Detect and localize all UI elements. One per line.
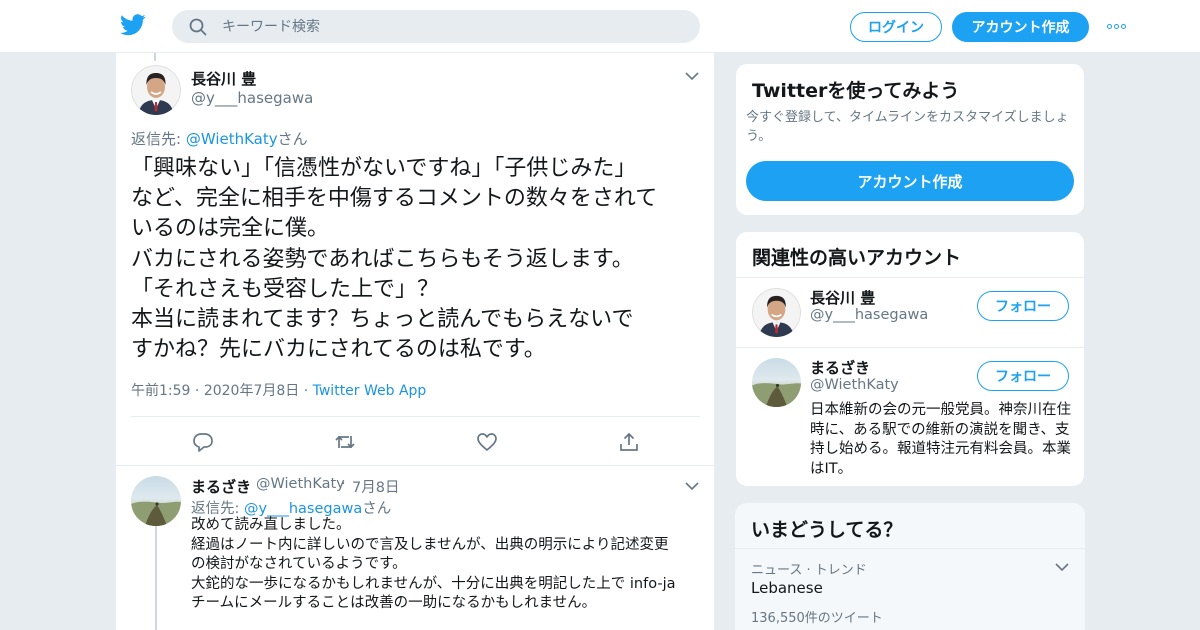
- card-title: 関連性の高いアカウント: [752, 247, 962, 269]
- signup-button[interactable]: アカウント作成: [952, 12, 1089, 42]
- tweet-text: 「興味ない」「信憑性がないですね」「子供じみた」 など、完全に相手を中傷するコメ…: [131, 156, 658, 363]
- author-handle[interactable]: @y___hasegawa: [191, 89, 313, 107]
- author-name[interactable]: まるざき: [191, 476, 251, 497]
- share-icon[interactable]: [618, 431, 640, 453]
- chevron-down-icon[interactable]: [1055, 563, 1069, 572]
- retweet-icon[interactable]: [334, 431, 356, 453]
- account-name[interactable]: まるざき: [810, 357, 870, 378]
- search-input[interactable]: [222, 10, 682, 43]
- trends-card: いまどうしてる？ ニュース · トレンド Lebanese 136,550件のツ…: [735, 503, 1085, 630]
- account-handle[interactable]: @WiethKaty: [810, 377, 899, 393]
- tweet-actions: [131, 417, 700, 465]
- reply-suffix: さん: [362, 501, 392, 517]
- chevron-down-icon[interactable]: [685, 482, 699, 491]
- avatar[interactable]: [131, 65, 181, 115]
- profile-photo-icon: [752, 383, 801, 407]
- account-name[interactable]: 長谷川 豊: [810, 287, 875, 308]
- tweet-source-link[interactable]: Twitter Web App: [313, 383, 427, 399]
- signup-promo-card: Twitterを使ってみよう 今すぐ登録して、タイムラインをカスタマイズしましょ…: [735, 63, 1085, 216]
- reply-to-link[interactable]: @y___hasegawa: [244, 501, 362, 517]
- chevron-down-icon[interactable]: [685, 72, 699, 81]
- account-bio: 日本維新の会の元一般党員。神奈川在住時に、ある駅での維新の演説を聞き、支持し始め…: [810, 402, 1071, 477]
- divider: [735, 548, 1085, 549]
- trend-item[interactable]: Lebanese: [751, 579, 823, 597]
- reply-icon[interactable]: [192, 431, 214, 453]
- card-title: いまどうしてる？: [751, 519, 903, 541]
- divider: [116, 465, 714, 466]
- date-separator: ·: [341, 476, 346, 492]
- account-handle[interactable]: @y___hasegawa: [810, 307, 928, 323]
- conversation-column: 長谷川 豊 @y___hasegawa 返信先: @WiethKatyさん 「興…: [115, 53, 715, 630]
- reply-to-link[interactable]: @WiethKaty: [186, 130, 278, 148]
- top-navigation-bar: ログイン アカウント作成: [0, 0, 1200, 53]
- signup-button[interactable]: アカウント作成: [746, 161, 1074, 201]
- avatar[interactable]: [752, 358, 801, 407]
- card-title: Twitterを使ってみよう: [752, 80, 960, 102]
- tweet-date[interactable]: 7月8日: [352, 476, 399, 497]
- trend-tweet-count: 136,550件のツイート: [751, 611, 883, 626]
- login-button[interactable]: ログイン: [850, 12, 942, 42]
- author-handle[interactable]: @WiethKaty: [256, 476, 345, 492]
- like-icon[interactable]: [476, 431, 498, 453]
- thread-connector: [154, 53, 156, 61]
- reply-suffix: さん: [277, 130, 308, 148]
- profile-photo-icon: [131, 65, 181, 115]
- reply-context: 返信先: @WiethKatyさん: [131, 128, 308, 149]
- search-box: [172, 10, 700, 43]
- card-description: 今すぐ登録して、タイムラインをカスタマイズしましょう。: [746, 110, 1069, 144]
- profile-photo-icon: [131, 501, 181, 526]
- twitter-bird-logo-icon[interactable]: [120, 14, 146, 36]
- search-icon: [189, 18, 207, 36]
- reply-prefix: 返信先:: [191, 501, 244, 517]
- profile-photo-icon: [752, 288, 801, 337]
- tweet-text: 改めて読み直しました。 経過はノート内に詳しいので言及しませんが、出典の明示によ…: [191, 517, 676, 611]
- reply-prefix: 返信先:: [131, 130, 186, 148]
- thread-connector: [155, 526, 157, 630]
- divider: [736, 277, 1084, 278]
- avatar[interactable]: [131, 476, 181, 526]
- reply-context: 返信先: @y___hasegawaさん: [191, 497, 391, 518]
- tweet-time[interactable]: 午前1:59: [131, 383, 190, 399]
- author-name[interactable]: 長谷川 豊: [191, 68, 256, 89]
- follow-button[interactable]: フォロー: [977, 361, 1069, 391]
- tweet-metadata: 午前1:59 · 2020年7月8日 · Twitter Web App: [131, 383, 427, 399]
- more-options-icon[interactable]: [1107, 18, 1131, 34]
- trend-context: ニュース · トレンド: [751, 563, 867, 578]
- divider: [736, 347, 1084, 348]
- related-accounts-card: 関連性の高いアカウント 長谷川 豊 @y___hasegawa フォロー まるざ…: [735, 231, 1085, 487]
- avatar[interactable]: [752, 288, 801, 337]
- tweet-date[interactable]: 2020年7月8日: [204, 383, 299, 399]
- follow-button[interactable]: フォロー: [977, 291, 1069, 321]
